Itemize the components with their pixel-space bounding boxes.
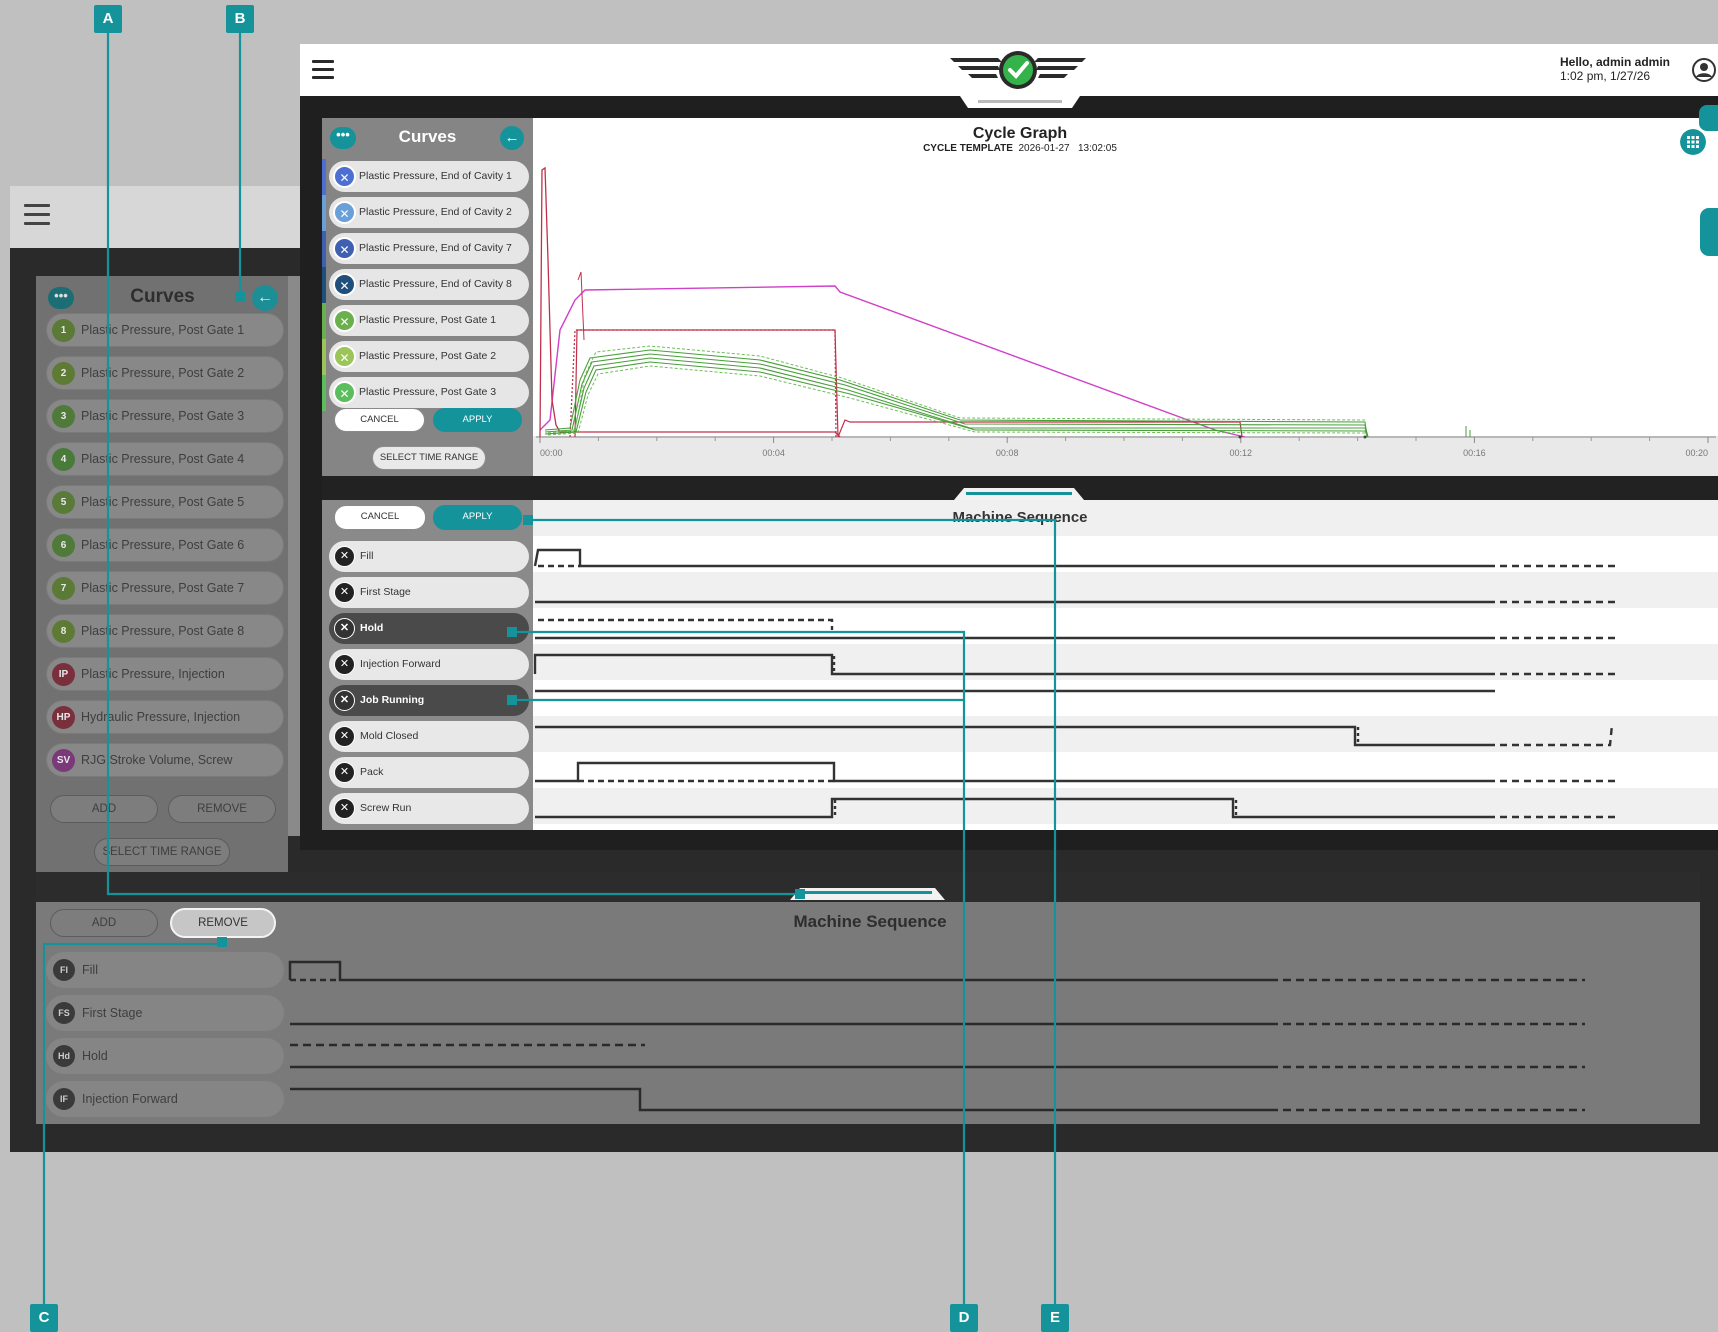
callout-lines bbox=[42, 32, 1057, 1308]
callout-a: A bbox=[94, 5, 122, 33]
callout-e: E bbox=[1041, 1304, 1069, 1332]
callout-c: C bbox=[30, 1304, 58, 1332]
callout-d: D bbox=[950, 1304, 978, 1332]
callout-b: B bbox=[226, 5, 254, 33]
